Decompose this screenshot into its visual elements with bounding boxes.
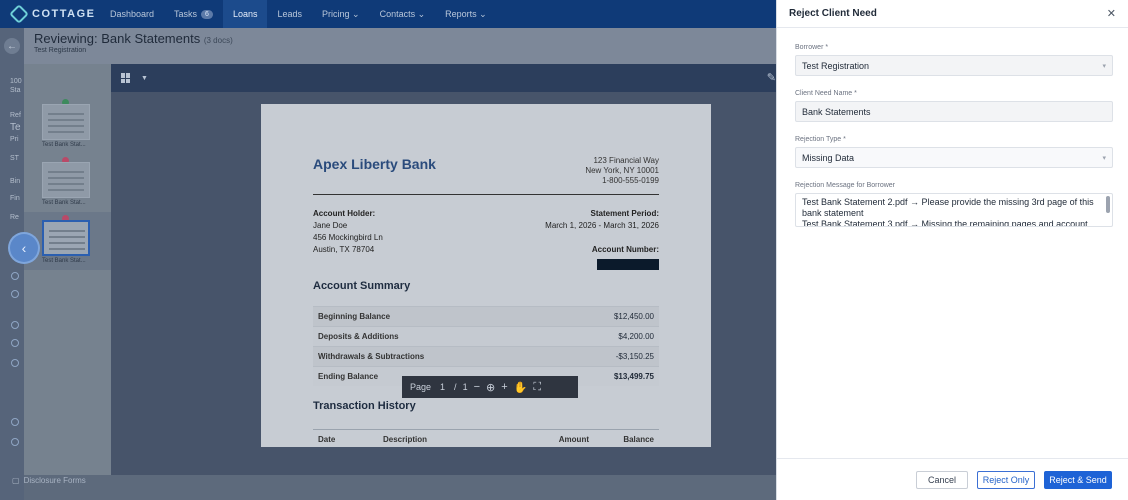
check-icon [11,339,19,347]
table-row: Beginning Balance $12,450.00 [313,306,659,326]
thumbnail-page [42,220,90,256]
sidebar-fragment: Fin [10,195,20,202]
hand-tool-icon[interactable]: ✋ [514,381,528,394]
user-icon [11,418,19,426]
chevron-left-icon: ‹ [21,240,27,256]
reject-and-send-button[interactable]: Reject & Send [1044,470,1112,489]
chevron-down-icon: ▾ [1102,154,1106,162]
bank-address: 123 Financial Way New York, NY 10001 1-8… [585,156,659,185]
document-viewer: ▼ ✎ Apex Liberty Bank 123 Financial Way … [111,64,776,475]
sidebar-fragment: ST [10,155,19,162]
cottage-logo-icon [9,4,29,24]
sidebar-fragment: Te [10,122,21,133]
info-icon [11,359,19,367]
reviewer-subtitle: Test Registration [34,47,87,54]
reject-only-button[interactable]: Reject Only [977,470,1035,489]
rejection-type-select[interactable]: Missing Data ▾ [795,147,1113,168]
thumbnail-item-selected[interactable]: Test Bank Stat... [42,215,92,264]
nav-contacts[interactable]: Contacts ⌄ [370,0,436,28]
reviewer-title: Reviewing: Bank Statements (3 docs) [34,31,233,46]
rejection-message-field: Rejection Message for Borrower Test Bank… [795,182,1113,227]
thumbnail-item[interactable]: Test Bank Stat... [42,157,92,206]
table-row: Deposits & Additions $4,200.00 [313,326,659,346]
drawer-title: Reject Client Need [789,8,877,19]
document-reviewer: Reviewing: Bank Statements (3 docs) Test… [10,28,776,475]
tasks-count-badge: 6 [201,9,213,19]
reviewer-header: Reviewing: Bank Statements (3 docs) Test… [24,28,776,64]
summary-table: Beginning Balance $12,450.00 Deposits & A… [313,306,659,386]
chevron-down-icon: ▾ [1102,62,1106,70]
history-title: Transaction History [313,400,416,412]
brand[interactable]: COTTAGE [0,4,100,24]
borrower-field: Borrower * Test Registration ▾ [795,44,1113,76]
thumbnail-page [42,162,90,198]
nav-tasks[interactable]: Tasks 6 [164,0,223,28]
chevron-down-icon[interactable]: ▼ [141,75,148,82]
zoom-in-icon[interactable]: + [501,381,507,393]
edit-icon[interactable]: ✎ [767,71,776,84]
zoom-search-icon[interactable]: ⊕ [486,381,495,394]
thumbnail-panel: Test Bank Stat... Test Bank Stat... Test… [10,64,111,475]
document-icon: ▢ [12,476,20,485]
sidebar-fragment: Pri [10,136,19,143]
sidebar-fragment: Sta [10,87,21,94]
reject-client-need-drawer: Reject Client Need ✕ Borrower * Test Reg… [776,0,1128,500]
previous-document-button[interactable]: ‹ [10,234,38,262]
textarea-scrollbar[interactable] [1106,196,1110,213]
viewer-toolbar: ▼ ✎ [111,64,776,92]
back-arrow-icon[interactable]: ← [4,38,20,54]
page-current[interactable]: 1 [437,382,448,392]
cancel-button[interactable]: Cancel [916,470,968,489]
redacted-account-number [597,259,659,270]
check-icon [11,290,19,298]
nav-reports[interactable]: Reports ⌄ [435,0,497,28]
sidebar-fragment: Re [10,214,19,221]
drawer-footer: Cancel Reject Only Reject & Send [777,458,1128,500]
close-icon[interactable]: ✕ [1107,7,1116,20]
drawer-header: Reject Client Need ✕ [777,0,1128,28]
page-controls: Page 1 / 1 − ⊕ + ✋ ⛶ [402,376,578,398]
clock-icon [11,438,19,446]
sidebar-fragment: Ref [10,112,21,119]
check-icon [11,272,19,280]
statement-period: Statement Period: March 1, 2026 - March … [545,208,659,274]
sidebar-item-disclosure-forms[interactable]: ▢ Disclosure Forms [12,476,86,485]
background-backdrop [24,475,776,500]
page-label: Page [410,382,432,392]
nav-leads[interactable]: Leads [267,0,312,28]
check-icon [11,321,19,329]
brand-name: COTTAGE [32,8,96,20]
nav-pricing[interactable]: Pricing ⌄ [312,0,370,28]
sidebar-fragment: 100 [10,78,22,85]
background-sidebar: ← 100 Sta Ref Te Pri ST Bin Fin Re [0,28,24,500]
account-holder: Account Holder: Jane Doe 456 Mockingbird… [313,209,383,254]
thumbnail-page [42,104,90,140]
history-header: Date Description Amount Balance [313,429,659,444]
summary-title: Account Summary [313,280,411,292]
borrower-select[interactable]: Test Registration ▾ [795,55,1113,76]
sidebar-fragment: Bin [10,178,21,185]
thumbnail-item[interactable]: Test Bank Stat... [42,99,92,148]
nav-dashboard[interactable]: Dashboard [100,0,164,28]
zoom-out-icon[interactable]: − [474,381,480,393]
rejection-type-field: Rejection Type * Missing Data ▾ [795,136,1113,168]
grid-view-icon[interactable] [121,73,131,83]
page-total: 1 [462,382,468,392]
table-row: Withdrawals & Subtractions -$3,150.25 [313,346,659,366]
nav-loans[interactable]: Loans [222,0,268,28]
doc-count: (3 docs) [203,36,233,45]
client-need-name-field: Client Need Name * Bank Statements [795,90,1113,122]
client-need-name-input[interactable]: Bank Statements [795,101,1113,122]
rejection-message-textarea[interactable]: Test Bank Statement 2.pdf → Please provi… [795,193,1113,227]
divider [313,194,659,195]
fullscreen-icon[interactable]: ⛶ [533,381,541,394]
